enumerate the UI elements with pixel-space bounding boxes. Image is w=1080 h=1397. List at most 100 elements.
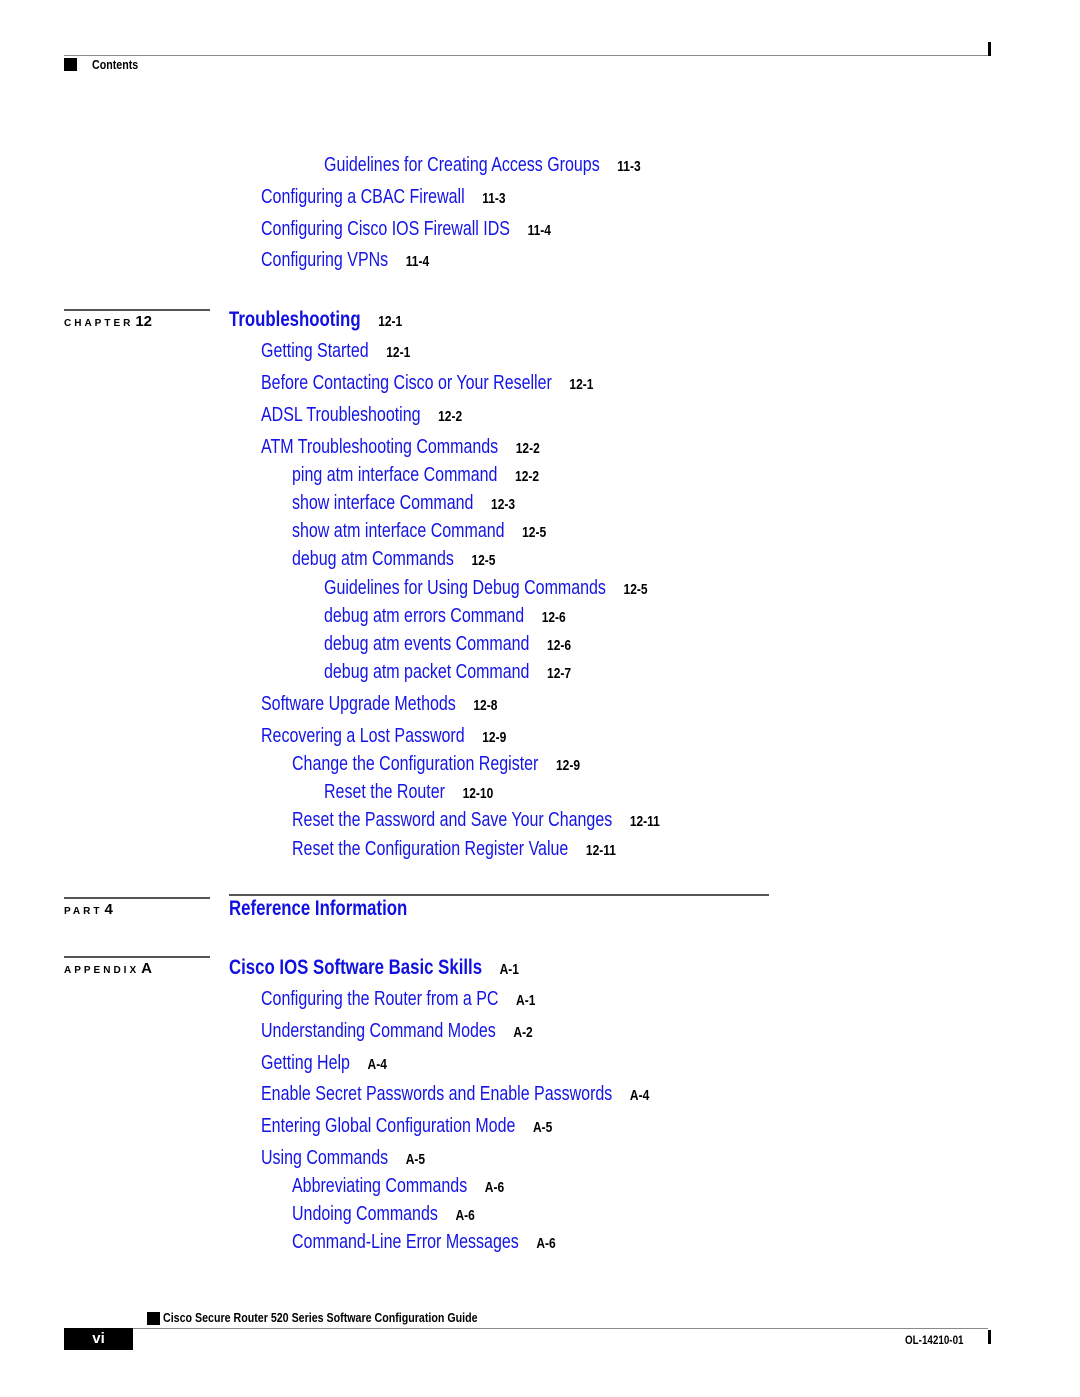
- toc-entry[interactable]: ping atm interface Command 12-2: [292, 464, 539, 487]
- toc-entry[interactable]: show interface Command 12-3: [292, 492, 515, 515]
- toc-entry[interactable]: Reset the Password and Save Your Changes…: [292, 809, 660, 832]
- toc-entry[interactable]: debug atm packet Command 12-7: [324, 661, 571, 684]
- toc-entry-page: A-6: [536, 1235, 556, 1252]
- toc-entry-title[interactable]: Guidelines for Creating Access Groups: [324, 154, 600, 176]
- toc-entry[interactable]: Using Commands A-5: [261, 1147, 425, 1170]
- toc-entry[interactable]: Undoing Commands A-6: [292, 1203, 475, 1226]
- header-square-marker-icon: [64, 58, 77, 71]
- toc-entry[interactable]: Command-Line Error Messages A-6: [292, 1231, 556, 1254]
- toc-entry[interactable]: Guidelines for Using Debug Commands 12-5: [324, 577, 648, 600]
- footer-square-marker-icon: [147, 1312, 160, 1325]
- toc-entry-title[interactable]: Reset the Configuration Register Value: [292, 838, 568, 860]
- toc-entry[interactable]: Configuring a CBAC Firewall 11-3: [261, 186, 506, 209]
- toc-entry-title[interactable]: Enable Secret Passwords and Enable Passw…: [261, 1083, 612, 1105]
- toc-entry-title[interactable]: Change the Configuration Register: [292, 753, 538, 775]
- toc-entry[interactable]: Abbreviating Commands A-6: [292, 1175, 504, 1198]
- toc-entry-page: 12-3: [491, 496, 516, 513]
- toc-entry[interactable]: ATM Troubleshooting Commands 12-2: [261, 436, 540, 459]
- toc-entry-page: 11-3: [617, 158, 641, 175]
- toc-entry[interactable]: Entering Global Configuration Mode A-5: [261, 1115, 552, 1138]
- toc-entry-title[interactable]: Getting Help: [261, 1052, 350, 1074]
- toc-entry-title[interactable]: Reset the Router: [324, 781, 445, 803]
- toc-entry[interactable]: Enable Secret Passwords and Enable Passw…: [261, 1083, 649, 1106]
- toc-entry-page: A-1: [516, 992, 536, 1009]
- toc-entry-title[interactable]: Configuring Cisco IOS Firewall IDS: [261, 218, 510, 240]
- chapter-heading[interactable]: Troubleshooting 12-1: [229, 308, 402, 332]
- footer-page-number: vi: [64, 1328, 133, 1350]
- chapter-title[interactable]: Troubleshooting: [229, 308, 361, 331]
- toc-entry-title[interactable]: debug atm Commands: [292, 548, 454, 570]
- toc-entry[interactable]: Recovering a Lost Password 12-9: [261, 725, 506, 748]
- toc-entry[interactable]: Configuring VPNs 11-4: [261, 249, 429, 272]
- toc-entry-title[interactable]: Configuring a CBAC Firewall: [261, 186, 465, 208]
- header-section-label: Contents: [92, 57, 139, 72]
- toc-entry-page: 12-9: [482, 729, 507, 746]
- toc-entry-title[interactable]: Abbreviating Commands: [292, 1175, 467, 1197]
- toc-entry[interactable]: debug atm errors Command 12-6: [324, 605, 566, 628]
- toc-entry[interactable]: Getting Started 12-1: [261, 340, 410, 363]
- toc-entry-title[interactable]: Configuring the Router from a PC: [261, 988, 498, 1010]
- toc-entry-page: 11-3: [482, 190, 506, 207]
- footer-book-title: Cisco Secure Router 520 Series Software …: [163, 1310, 478, 1325]
- toc-entry-title[interactable]: Using Commands: [261, 1147, 388, 1169]
- appendix-heading[interactable]: Cisco IOS Software Basic Skills A-1: [229, 956, 519, 980]
- toc-entry-page: A-4: [629, 1087, 650, 1104]
- toc-entry[interactable]: Configuring the Router from a PC A-1: [261, 988, 535, 1011]
- appendix-title[interactable]: Cisco IOS Software Basic Skills: [229, 956, 482, 979]
- toc-entry-page: 12-5: [471, 552, 496, 569]
- toc-entry-title[interactable]: show interface Command: [292, 492, 473, 514]
- toc-entry[interactable]: debug atm Commands 12-5: [292, 548, 495, 571]
- toc-entry-page: A-5: [532, 1119, 553, 1136]
- toc-entry-title[interactable]: Getting Started: [261, 340, 369, 362]
- toc-entry[interactable]: Configuring Cisco IOS Firewall IDS 11-4: [261, 218, 551, 241]
- toc-entry[interactable]: show atm interface Command 12-5: [292, 520, 546, 543]
- toc-entry-page: 11-4: [527, 222, 551, 239]
- toc-entry-title[interactable]: Before Contacting Cisco or Your Reseller: [261, 372, 552, 394]
- toc-entry[interactable]: Guidelines for Creating Access Groups 11-…: [324, 154, 641, 177]
- toc-entry-page: 12-11: [629, 813, 660, 830]
- toc-entry-title[interactable]: Command-Line Error Messages: [292, 1231, 519, 1253]
- toc-entry-page: 12-2: [515, 468, 540, 485]
- toc-entry[interactable]: Software Upgrade Methods 12-8: [261, 693, 497, 716]
- toc-entry-page: 12-9: [555, 757, 580, 774]
- appendix-page: A-1: [499, 961, 519, 978]
- toc-entry-page: 12-5: [623, 581, 648, 598]
- toc-entry-title[interactable]: debug atm events Command: [324, 633, 529, 655]
- toc-entry-title[interactable]: debug atm errors Command: [324, 605, 524, 627]
- toc-entry[interactable]: Before Contacting Cisco or Your Reseller…: [261, 372, 593, 395]
- toc-entry-title[interactable]: Understanding Command Modes: [261, 1020, 496, 1042]
- footer-doc-number: OL-14210-01: [905, 1333, 964, 1347]
- toc-entry-title[interactable]: Reset the Password and Save Your Changes: [292, 809, 612, 831]
- toc-entry[interactable]: Getting Help A-4: [261, 1052, 387, 1075]
- toc-entry[interactable]: ADSL Troubleshooting 12-2: [261, 404, 462, 427]
- toc-entry-title[interactable]: Undoing Commands: [292, 1203, 438, 1225]
- toc-entry-page: A-6: [484, 1179, 505, 1196]
- part-heading[interactable]: Reference Information: [229, 897, 407, 921]
- toc-entry-page: 12-11: [585, 842, 616, 859]
- toc-entry-title[interactable]: Software Upgrade Methods: [261, 693, 456, 715]
- toc-entry-page: A-5: [405, 1151, 426, 1168]
- chapter-page: 12-1: [378, 313, 403, 330]
- toc-entry-title[interactable]: ping atm interface Command: [292, 464, 497, 486]
- toc-entry-title[interactable]: ATM Troubleshooting Commands: [261, 436, 498, 458]
- toc-entry-title[interactable]: Guidelines for Using Debug Commands: [324, 577, 606, 599]
- chapter-label: CHAPTER 12: [64, 313, 152, 331]
- toc-entry[interactable]: Change the Configuration Register 12-9: [292, 753, 580, 776]
- toc-entry-title[interactable]: Configuring VPNs: [261, 249, 388, 271]
- footer-rule: [133, 1328, 988, 1329]
- toc-entry-title[interactable]: debug atm packet Command: [324, 661, 529, 683]
- toc-entry-title[interactable]: Entering Global Configuration Mode: [261, 1115, 515, 1137]
- toc-entry[interactable]: Reset the Configuration Register Value 12…: [292, 838, 616, 861]
- toc-entry-title[interactable]: ADSL Troubleshooting: [261, 404, 421, 426]
- toc-entry[interactable]: Reset the Router 12-10: [324, 781, 493, 804]
- appendix-label-number: A: [141, 960, 152, 977]
- toc-entry-page: A-4: [367, 1056, 387, 1073]
- toc-entry-title[interactable]: show atm interface Command: [292, 520, 505, 542]
- toc-entry-page: 12-5: [522, 524, 547, 541]
- toc-entry[interactable]: Understanding Command Modes A-2: [261, 1020, 533, 1043]
- part-title[interactable]: Reference Information: [229, 897, 407, 920]
- part-heading-rule: [229, 894, 769, 896]
- toc-entry[interactable]: debug atm events Command 12-6: [324, 633, 571, 656]
- toc-entry-title[interactable]: Recovering a Lost Password: [261, 725, 465, 747]
- footer-edge-mark: [988, 1330, 991, 1344]
